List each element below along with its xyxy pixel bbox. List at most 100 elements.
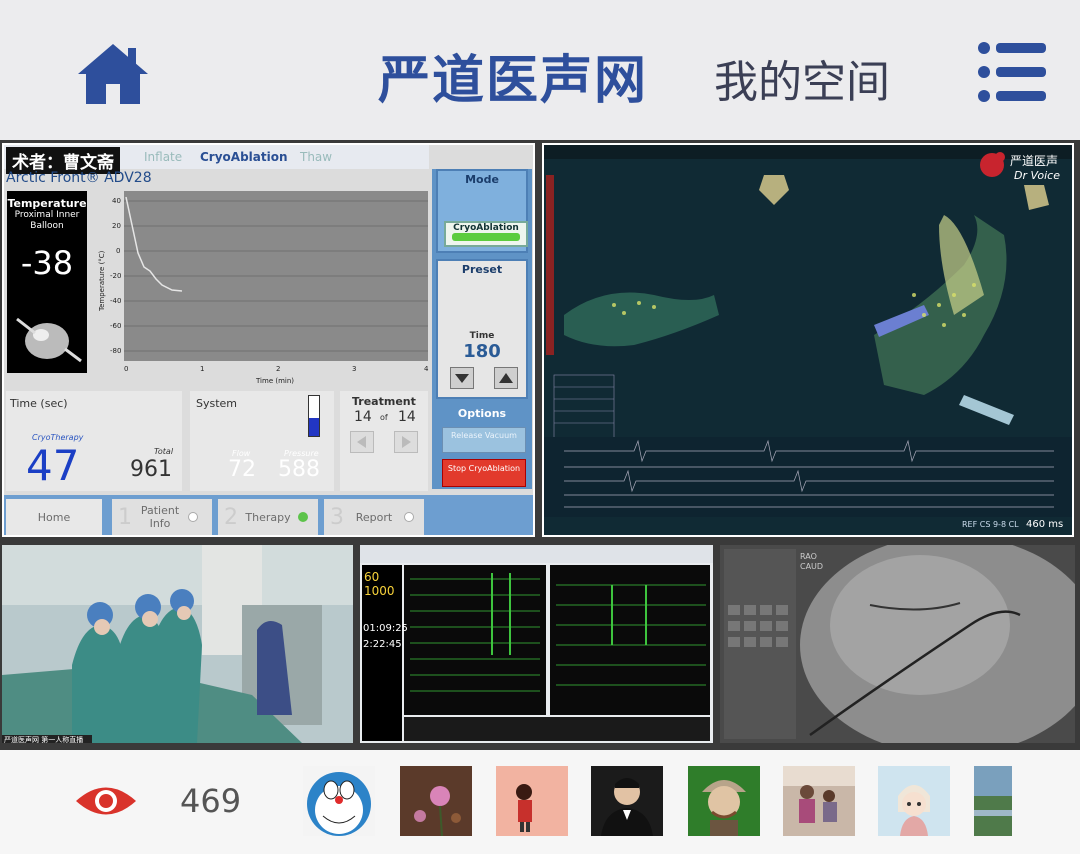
tank-gauge [308, 395, 320, 437]
nav-number: 2 [224, 504, 238, 530]
cryoablation-mode-button[interactable]: CryoAblation [444, 221, 528, 247]
tab-inflate[interactable]: Inflate [144, 150, 182, 164]
ytick: -60 [110, 322, 121, 330]
time-panel: Time (sec) CryoTherapy 47 Total 961 [6, 391, 182, 491]
nav-patient-info[interactable]: 1 Patient Info [112, 499, 212, 535]
electroanatomic-map-panel[interactable]: 严道医声 Dr Voice REF CS 9-8 CL 460 ms [542, 143, 1074, 537]
right-controls: Mode CryoAblation Preset Time 180 Option… [432, 169, 532, 489]
pressure-value: 588 [278, 457, 320, 482]
nav-therapy[interactable]: 2 Therapy [218, 499, 318, 535]
treatment-panel: Treatment 14 of 14 [340, 391, 428, 491]
increase-time-button[interactable] [494, 367, 518, 389]
tab-thaw[interactable]: Thaw [300, 150, 332, 164]
mode-title: Mode [465, 173, 499, 186]
fluoroscopy-panel[interactable]: RAO CAUD [720, 545, 1075, 743]
nav-number: 1 [118, 504, 132, 530]
temperature-box: Temperature Proximal Inner Balloon -38 [7, 191, 87, 373]
tab-cryoablation[interactable]: CryoAblation [200, 150, 288, 164]
options-box: Options Release Vacuum Stop CryoAblation [436, 405, 528, 489]
treatment-title: Treatment [352, 395, 416, 408]
device-name: Arctic Front® ADV28 [6, 170, 152, 186]
map-footer-label: REF CS 9-8 CL [962, 520, 1019, 529]
ytick: -80 [110, 347, 121, 355]
ep-recorder-screen: 60 1000 01:09:25 2:22:45 [360, 545, 713, 743]
status-dot [404, 512, 414, 522]
preset-title: Preset [461, 263, 503, 276]
next-treatment-button[interactable] [394, 431, 418, 453]
ytick: -20 [110, 272, 121, 280]
family-photo-avatar [783, 766, 855, 836]
fluoro-label2: CAUD [800, 562, 823, 571]
viewer-avatar[interactable] [303, 766, 375, 836]
viewer-avatar[interactable] [496, 766, 568, 836]
system-panel: System Flow 72 Pressure 588 [190, 391, 334, 491]
ep-speed: 1000 [364, 584, 395, 598]
temperature-plot: 40 20 0 -20 -40 -60 -80 0 1 2 3 4 Time (… [98, 191, 429, 385]
ytick: 0 [116, 247, 120, 255]
ytick: 20 [112, 222, 121, 230]
treatment-current: 14 [354, 409, 372, 425]
triangle-up-icon [499, 373, 513, 383]
status-dot [188, 512, 198, 522]
nav-report[interactable]: 3 Report [324, 499, 424, 535]
ep-rate: 60 [364, 570, 379, 584]
decrease-time-button[interactable] [450, 367, 474, 389]
landscape-avatar [974, 766, 1012, 836]
xtick: 2 [276, 365, 280, 373]
menu-icon[interactable] [976, 40, 1048, 104]
viewer-avatar[interactable] [878, 766, 950, 836]
nav-report-label: Report [355, 510, 393, 524]
viewer-avatar[interactable] [591, 766, 663, 836]
viewer-avatar[interactable] [400, 766, 472, 836]
video-mosaic[interactable]: Inflate CryoAblation Thaw 术者：曹文斋 Arctic … [0, 140, 1080, 750]
ytick: 40 [112, 197, 121, 205]
cryoablation-mode-label: CryoAblation [453, 223, 519, 233]
xtick: 3 [352, 365, 356, 373]
eye-icon [76, 787, 136, 815]
ep-recorder-panel[interactable]: 60 1000 01:09:25 2:22:45 [360, 545, 713, 743]
total-label: Total [154, 447, 174, 456]
home-icon[interactable] [76, 42, 150, 106]
viewer-avatar[interactable] [688, 766, 760, 836]
stop-cryoablation-button[interactable]: Stop CryoAblation [442, 459, 526, 487]
doraemon-avatar [303, 766, 375, 836]
my-space-link[interactable]: 我的空间 [714, 46, 890, 110]
release-vacuum-button[interactable]: Release Vacuum [442, 427, 526, 453]
man-portrait-avatar [591, 766, 663, 836]
balloon-catheter-icon [16, 317, 82, 363]
options-title: Options [457, 407, 507, 420]
cryo-console-panel[interactable]: Inflate CryoAblation Thaw 术者：曹文斋 Arctic … [2, 143, 535, 537]
triangle-down-icon [455, 374, 469, 383]
view-count: 469 [180, 782, 242, 820]
previous-treatment-button[interactable] [350, 431, 374, 453]
fluoroscopy-screen: RAO CAUD [720, 545, 1075, 743]
top-bar: 严道医声网 我的空间 [0, 0, 1080, 140]
total-value: 961 [130, 457, 172, 482]
xtick: 1 [200, 365, 204, 373]
treatment-total: 14 [398, 409, 416, 425]
viewer-avatar[interactable] [783, 766, 855, 836]
console-nav: Home 1 Patient Info 2 Therapy 3 Report [4, 495, 533, 535]
operating-room-video[interactable]: 严道医声网 第一人称直播 [2, 545, 353, 743]
cartoon-character-avatar [688, 766, 760, 836]
nav-patient-info-label: Patient Info [140, 504, 180, 530]
preset-time-value: 180 [463, 341, 501, 362]
nav-home[interactable]: Home [6, 499, 102, 535]
tank-level [309, 418, 319, 436]
app: { "header": { "brand": "严道医声网", "my_spac… [0, 0, 1080, 854]
system-title: System [196, 397, 238, 410]
ytick: -40 [110, 297, 121, 305]
nav-home-label: Home [37, 510, 71, 524]
ep-time2: 2:22:45 [363, 639, 402, 650]
site-title[interactable]: 严道医声网 [378, 38, 648, 113]
nav-therapy-label: Therapy [245, 510, 291, 524]
time-title: Time (sec) [10, 397, 68, 410]
nav-number: 3 [330, 504, 344, 530]
ep-time1: 01:09:25 [363, 623, 408, 634]
map-footer-value: 460 ms [1026, 519, 1063, 530]
viewer-avatar[interactable] [974, 766, 1012, 836]
xtick: 4 [424, 365, 429, 373]
logo-text: 严道医声 [1010, 154, 1058, 168]
3d-map-view: 严道医声 Dr Voice REF CS 9-8 CL 460 ms [544, 145, 1072, 535]
plot-ylabel: Temperature (°C) [98, 250, 106, 312]
